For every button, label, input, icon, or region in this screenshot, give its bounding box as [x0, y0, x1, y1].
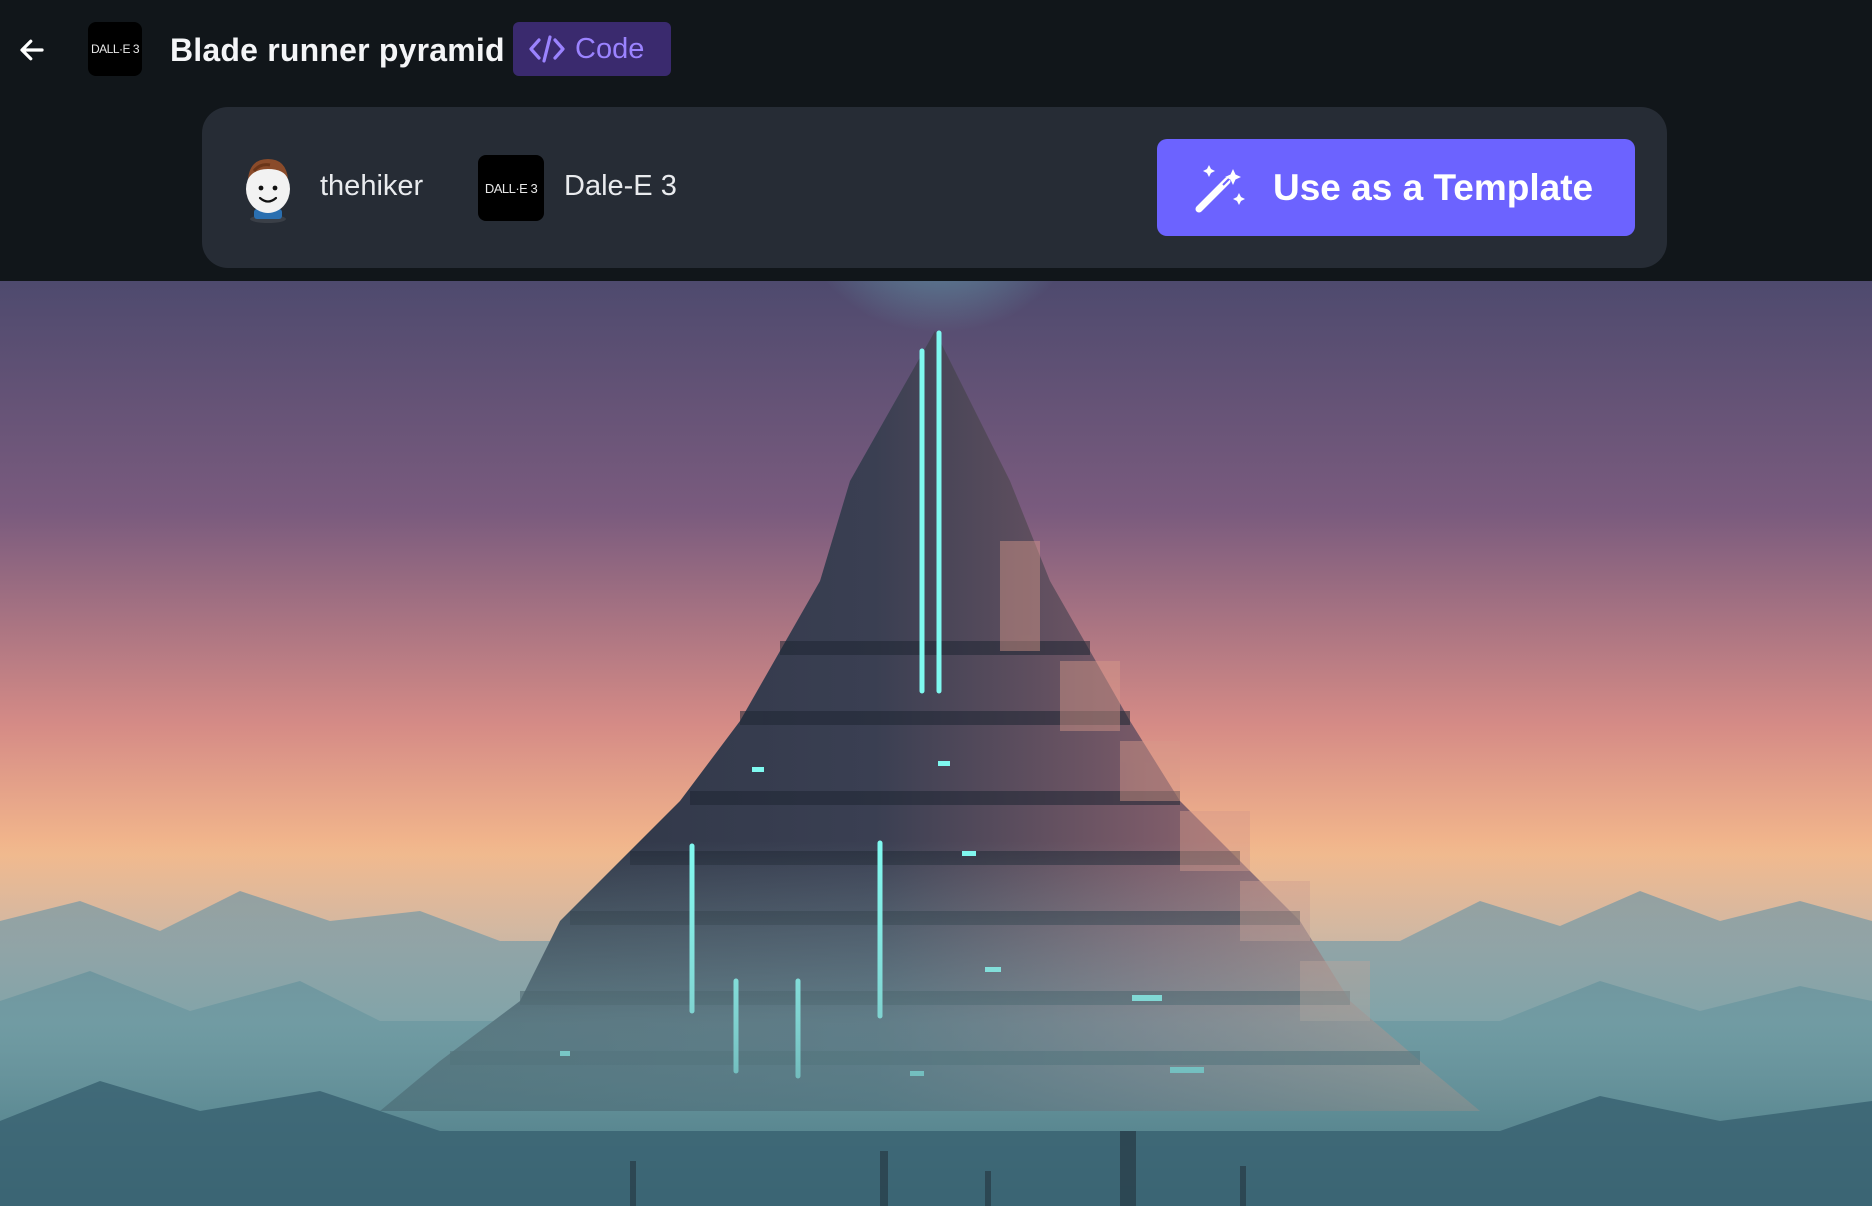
model-thumbnail-text: DALL·E 3 — [90, 42, 140, 56]
info-panel: thehiker DALL·E 3 Dale-E 3 Use as a Temp… — [202, 107, 1667, 268]
pyramid-artwork — [0, 281, 1872, 1206]
model-name[interactable]: Dale-E 3 — [564, 165, 677, 207]
use-as-template-button[interactable]: Use as a Template — [1157, 139, 1635, 236]
model-thumbnail-small: DALL·E 3 — [478, 155, 544, 221]
model-thumbnail: DALL·E 3 — [88, 22, 142, 76]
author-name[interactable]: thehiker — [320, 165, 423, 207]
model-thumbnail-small-text: DALL·E 3 — [484, 180, 538, 196]
code-button[interactable]: Code — [513, 22, 671, 76]
author-avatar[interactable] — [240, 153, 296, 223]
use-as-template-label: Use as a Template — [1273, 167, 1594, 208]
page-title: Blade runner pyramid — [170, 32, 505, 68]
code-button-label: Code — [575, 33, 645, 65]
magic-wand-icon — [1195, 164, 1245, 212]
arrow-left-icon — [20, 39, 44, 61]
robot-avatar-icon — [246, 159, 290, 223]
back-button[interactable] — [12, 30, 52, 70]
code-icon — [529, 35, 565, 63]
top-bar: DALL·E 3 Blade runner pyramid Code — [0, 0, 1872, 100]
generated-image — [0, 281, 1872, 1206]
